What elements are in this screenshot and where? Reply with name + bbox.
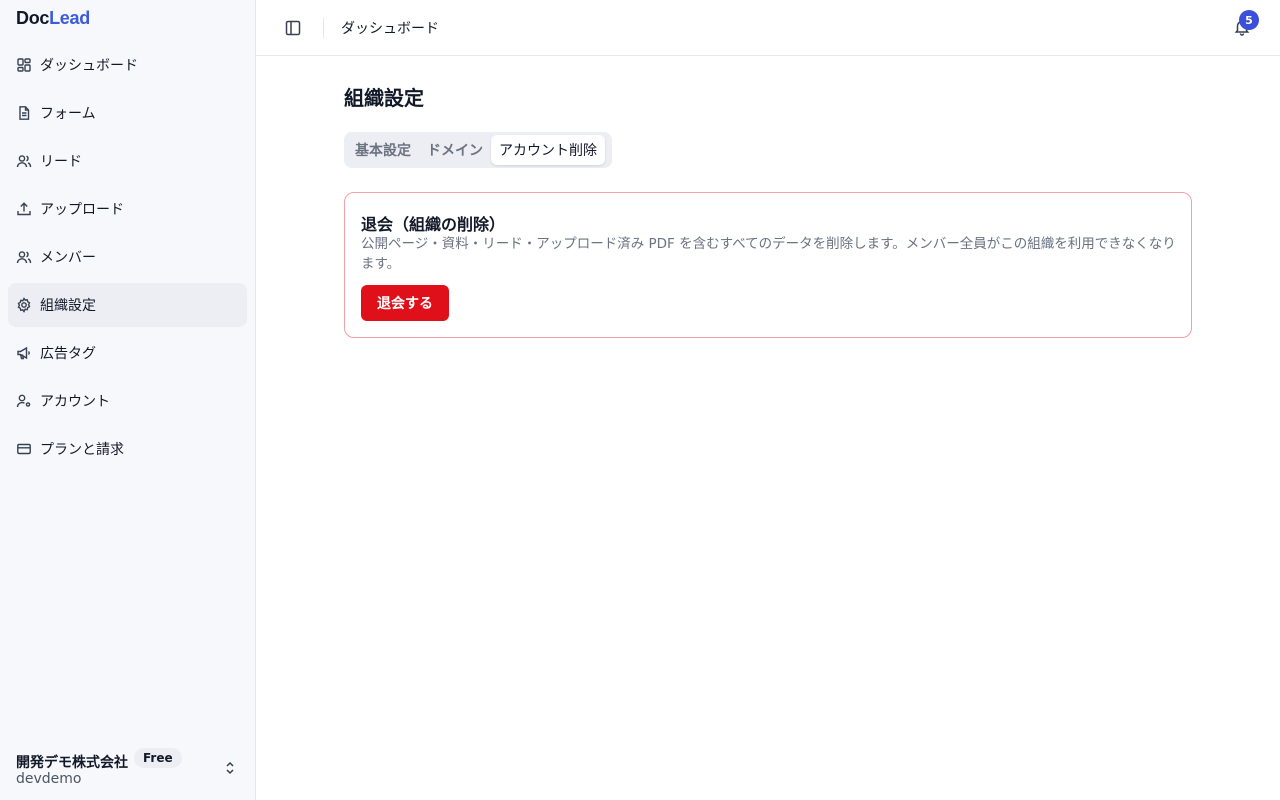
sidebar-item-billing[interactable]: プランと請求 — [8, 427, 247, 471]
user-cog-icon — [16, 393, 32, 409]
danger-zone-title: 退会（組織の削除） — [361, 215, 506, 234]
sidebar-item-label: プランと請求 — [40, 442, 124, 458]
org-switcher[interactable]: 開発デモ株式会社 Free devdemo — [16, 746, 246, 790]
danger-zone-description: 公開ページ・資料・リード・アップロード済み PDF を含むすべてのデータを削除し… — [361, 236, 1176, 272]
brand-logo[interactable]: DocLead — [16, 8, 90, 29]
brand-part-lead: Lead — [49, 8, 90, 28]
dashboard-icon — [16, 57, 32, 73]
tab-domain[interactable]: ドメイン — [419, 135, 491, 165]
sidebar-item-members[interactable]: メンバー — [8, 235, 247, 279]
plan-badge: Free — [134, 748, 182, 768]
sidebar-item-label: 広告タグ — [40, 346, 96, 362]
file-text-icon — [16, 105, 32, 121]
sidebar: DocLead ダッシュボード フォーム リード アップロード メンバー 組織設… — [0, 0, 256, 800]
breadcrumb[interactable]: ダッシュボード — [341, 18, 439, 38]
sidebar-item-leads[interactable]: リード — [8, 139, 247, 183]
org-name: 開発デモ株式会社 — [16, 755, 128, 771]
upload-icon — [16, 201, 32, 217]
sidebar-item-label: アカウント — [40, 394, 110, 410]
tab-basic-settings[interactable]: 基本設定 — [347, 135, 419, 165]
page-title: 組織設定 — [344, 86, 424, 110]
sidebar-item-label: フォーム — [40, 106, 96, 122]
sidebar-item-label: リード — [40, 154, 82, 170]
sidebar-item-label: ダッシュボード — [40, 58, 138, 74]
sidebar-item-dashboard[interactable]: ダッシュボード — [8, 43, 247, 87]
org-slug: devdemo — [16, 771, 82, 787]
delete-organization-button[interactable]: 退会する — [361, 285, 449, 321]
sidebar-item-ad-tags[interactable]: 広告タグ — [8, 331, 247, 375]
settings-tabs: 基本設定 ドメイン アカウント削除 — [344, 132, 612, 168]
gear-icon — [16, 297, 32, 313]
tab-account-deletion[interactable]: アカウント削除 — [491, 135, 605, 165]
header-divider — [323, 18, 324, 38]
credit-card-icon — [16, 441, 32, 457]
sidebar-item-upload[interactable]: アップロード — [8, 187, 247, 231]
danger-zone-card: 退会（組織の削除） 公開ページ・資料・リード・アップロード済み PDF を含むす… — [344, 192, 1192, 338]
sidebar-item-org-settings[interactable]: 組織設定 — [8, 283, 247, 327]
top-header: ダッシュボード 5 — [256, 0, 1280, 56]
sidebar-item-label: メンバー — [40, 250, 96, 266]
users-icon — [16, 249, 32, 265]
brand-part-doc: Doc — [16, 8, 50, 28]
sidebar-item-label: 組織設定 — [40, 298, 96, 314]
megaphone-icon — [16, 345, 32, 361]
chevron-up-down-icon[interactable] — [222, 760, 238, 776]
sidebar-nav: ダッシュボード フォーム リード アップロード メンバー 組織設定 広告タグ ア… — [8, 43, 247, 475]
users-icon — [16, 153, 32, 169]
sidebar-toggle-icon[interactable] — [284, 19, 302, 37]
sidebar-item-account[interactable]: アカウント — [8, 379, 247, 423]
sidebar-item-label: アップロード — [40, 202, 124, 218]
notification-badge[interactable]: 5 — [1239, 10, 1259, 30]
sidebar-item-forms[interactable]: フォーム — [8, 91, 247, 135]
